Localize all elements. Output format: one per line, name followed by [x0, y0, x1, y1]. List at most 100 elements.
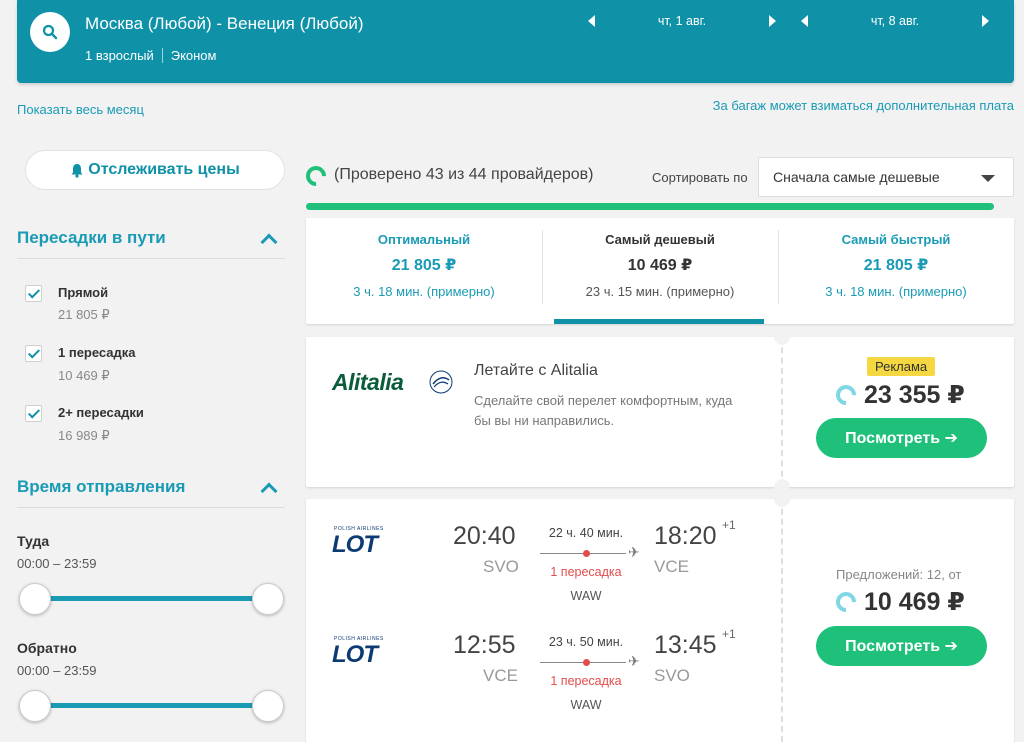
- tab-fastest-duration: 3 ч. 18 мин. (примерно): [825, 284, 967, 299]
- bell-icon: [71, 163, 83, 178]
- tab-cheapest[interactable]: Самый дешевый 10 469 ₽ 23 ч. 15 мин. (пр…: [542, 218, 778, 324]
- prev-depart-date-icon[interactable]: [588, 15, 595, 27]
- leg2-stop-dot: [583, 659, 590, 666]
- leg2-departure-time: 12:55: [453, 631, 516, 659]
- leg2-arrival-time: 13:45: [654, 631, 717, 659]
- inbound-time-range: 00:00 – 23:59: [17, 663, 97, 678]
- stops-two-plus-label: 2+ пересадки: [58, 405, 144, 420]
- flight-result-card[interactable]: POLISH AIRLINES LOT 20:40 SVO 22 ч. 40 м…: [306, 491, 1014, 742]
- track-prices-label: Отслеживать цены: [88, 161, 240, 178]
- stops-direct-checkbox[interactable]: [25, 285, 42, 302]
- ad-description-line-1: Сделайте свой перелет комфортным, куда: [474, 393, 733, 408]
- departure-time-filter-title[interactable]: Время отправления: [17, 477, 185, 497]
- tab-optimal-title: Оптимальный: [377, 232, 471, 247]
- chevron-up-icon[interactable]: [260, 233, 278, 251]
- leg1-duration: 22 ч. 40 мин.: [548, 526, 624, 540]
- track-prices-button[interactable]: Отслеживать цены: [25, 150, 285, 190]
- plane-icon: ✈: [628, 544, 640, 560]
- ticket-notch: [774, 329, 790, 345]
- outbound-slider-end-handle[interactable]: [252, 583, 284, 615]
- leg1-via: WAW: [570, 589, 602, 603]
- route-title[interactable]: Москва (Любой) - Венеция (Любой): [85, 14, 364, 34]
- result-price: 10 469 ₽: [831, 587, 965, 617]
- plane-icon: ✈: [628, 653, 640, 669]
- tab-fastest-title: Самый быстрый: [841, 232, 951, 247]
- sort-select[interactable]: Сначала самые дешевые: [758, 157, 1014, 197]
- tab-optimal[interactable]: Оптимальный 21 805 ₽ 3 ч. 18 мин. (приме…: [306, 218, 542, 324]
- tab-cheapest-price: 10 469 ₽: [627, 257, 693, 274]
- ad-view-button[interactable]: Посмотреть ➔: [816, 418, 987, 458]
- outbound-time-slider[interactable]: [35, 596, 268, 601]
- tab-fastest-price: 21 805 ₽: [863, 257, 929, 274]
- baggage-note-link[interactable]: За багаж может взиматься дополнительная …: [713, 98, 1014, 113]
- result-view-button[interactable]: Посмотреть ➔: [816, 626, 987, 666]
- stops-one-label: 1 пересадка: [58, 345, 136, 360]
- leg2-arrival-airport: SVO: [654, 666, 690, 685]
- search-header: Москва (Любой) - Венеция (Любой) 1 взрос…: [17, 0, 1014, 83]
- passengers-label: 1 взрослый: [85, 48, 154, 63]
- ticket-perforation: [781, 337, 783, 487]
- divider: [161, 48, 163, 63]
- return-date-nav: чт, 8 авг.: [801, 14, 989, 28]
- leg1-arrival-time: 18:20: [654, 522, 717, 550]
- leg1-stops[interactable]: 1 пересадка: [531, 565, 641, 579]
- offers-count: Предложений: 12, от: [836, 567, 962, 582]
- ad-price-value: 23 355 ₽: [864, 381, 965, 409]
- loading-spinner-icon: [301, 161, 331, 191]
- inbound-time-slider[interactable]: [35, 703, 268, 708]
- tab-optimal-duration: 3 ч. 18 мин. (примерно): [353, 284, 495, 299]
- depart-date[interactable]: чт, 1 авг.: [595, 14, 769, 28]
- prev-return-date-icon[interactable]: [801, 15, 808, 27]
- tab-cheapest-duration: 23 ч. 15 мин. (примерно): [585, 284, 735, 299]
- result-tabs: Оптимальный 21 805 ₽ 3 ч. 18 мин. (приме…: [306, 218, 1014, 324]
- leg1-plus-day: +1: [722, 518, 736, 532]
- result-price-value: 10 469 ₽: [864, 588, 965, 616]
- chevron-up-icon[interactable]: [260, 482, 278, 500]
- cabin-label: Эконом: [170, 48, 217, 63]
- active-tab-indicator: [554, 319, 764, 324]
- leg1-stop-dot: [583, 550, 590, 557]
- leg2-plus-day: +1: [722, 627, 736, 641]
- ticket-perforation: [781, 499, 783, 742]
- outbound-slider-start-handle[interactable]: [19, 583, 51, 615]
- stops-two-plus-price: 16 989 ₽: [58, 428, 110, 443]
- ad-price: 23 355 ₽: [831, 380, 965, 410]
- trip-details[interactable]: 1 взрослый Эконом: [85, 48, 216, 63]
- ad-description-line-2: бы вы ни направились.: [474, 413, 615, 428]
- leg1-arrival-airport: VCE: [654, 557, 689, 576]
- inbound-slider-start-handle[interactable]: [19, 690, 51, 722]
- providers-checked-status: (Проверено 43 из 44 провайдеров): [334, 166, 594, 183]
- stops-one-price: 10 469 ₽: [58, 368, 110, 383]
- leg2-departure-airport: VCE: [483, 666, 518, 685]
- stops-direct-label: Прямой: [58, 285, 109, 300]
- next-depart-date-icon[interactable]: [769, 15, 776, 27]
- leg1-departure-time: 20:40: [453, 522, 516, 550]
- stops-filter-title[interactable]: Пересадки в пути: [17, 228, 166, 248]
- ad-title: Летайте с Alitalia: [474, 362, 598, 379]
- sort-selected-value: Сначала самые дешевые: [773, 169, 940, 185]
- show-month-link[interactable]: Показать весь месяц: [17, 102, 144, 117]
- price-loading-icon: [831, 380, 861, 410]
- stops-two-plus-checkbox[interactable]: [25, 405, 42, 422]
- leg2-stops[interactable]: 1 пересадка: [531, 674, 641, 688]
- tab-optimal-price: 21 805 ₽: [391, 257, 457, 274]
- lot-airline-logo: LOT: [332, 641, 378, 668]
- divider: [17, 507, 285, 508]
- return-date[interactable]: чт, 8 авг.: [808, 14, 982, 28]
- ad-badge: Реклама: [867, 357, 936, 376]
- search-button[interactable]: [30, 12, 70, 52]
- search-progress-bar: [306, 203, 994, 210]
- ad-card[interactable]: Alitalia Летайте с Alitalia Сделайте сво…: [306, 329, 1014, 495]
- leg2-duration: 23 ч. 50 мин.: [548, 635, 624, 649]
- tab-fastest[interactable]: Самый быстрый 21 805 ₽ 3 ч. 18 мин. (при…: [778, 218, 1014, 324]
- price-loading-icon: [831, 587, 861, 617]
- inbound-slider-end-handle[interactable]: [252, 690, 284, 722]
- outbound-time-range: 00:00 – 23:59: [17, 556, 97, 571]
- ticket-notch: [774, 491, 790, 507]
- stops-direct-price: 21 805 ₽: [58, 307, 110, 322]
- search-icon: [42, 24, 58, 40]
- next-return-date-icon[interactable]: [982, 15, 989, 27]
- inbound-time-label: Обратно: [17, 640, 77, 656]
- lot-airline-logo: LOT: [332, 531, 378, 558]
- stops-one-checkbox[interactable]: [25, 345, 42, 362]
